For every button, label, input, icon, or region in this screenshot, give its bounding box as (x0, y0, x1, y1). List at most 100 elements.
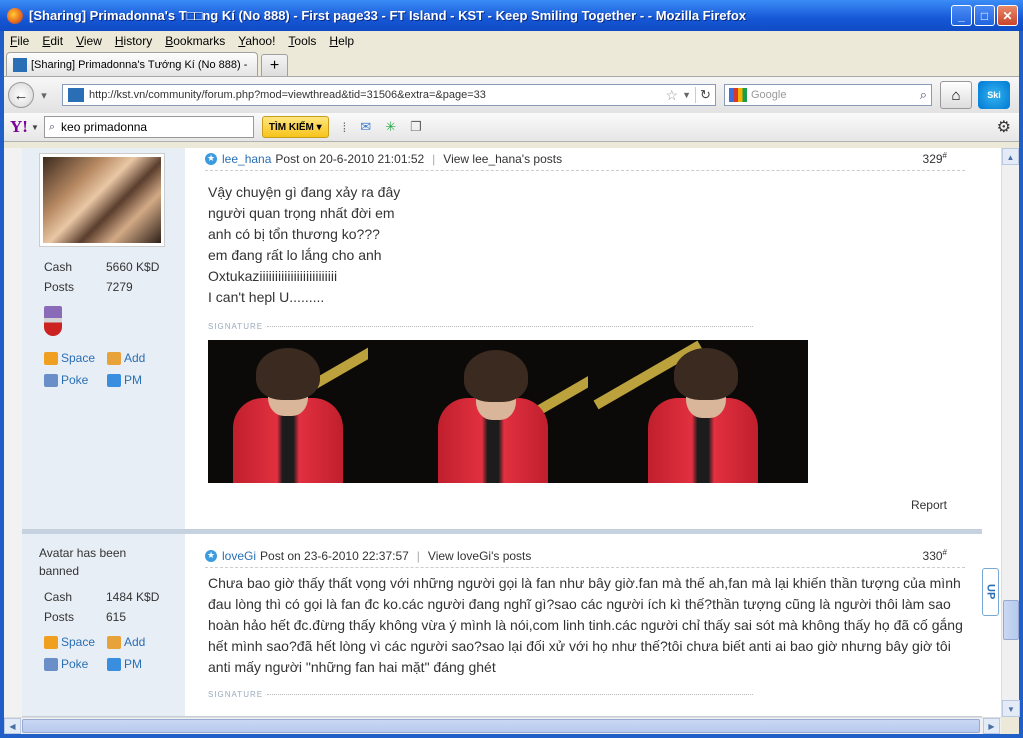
add-friend-link[interactable]: Add (107, 351, 145, 365)
menu-tools[interactable]: Tools (288, 34, 316, 48)
horizontal-scrollbar[interactable]: ◀ ▶ (4, 717, 1001, 734)
url-bar[interactable]: http://kst.vn/community/forum.php?mod=vi… (62, 84, 716, 106)
poke-link[interactable]: Poke (44, 657, 88, 671)
site-favicon-icon (68, 88, 84, 102)
cash-stat: Cash 5660 K$D (44, 260, 159, 274)
post-number[interactable]: 329# (923, 151, 947, 166)
pm-label[interactable]: PM (124, 657, 142, 671)
menu-edit[interactable]: Edit (42, 34, 63, 48)
post-line: I can't hepl U......... (208, 289, 325, 305)
signature-image[interactable] (208, 340, 808, 483)
pm-link[interactable]: PM (107, 657, 142, 671)
pm-label[interactable]: PM (124, 373, 142, 387)
menu-history[interactable]: History (115, 34, 152, 48)
horizontal-scrollbar-thumb[interactable] (22, 719, 980, 733)
post-timestamp: Post on 20-6-2010 21:01:52 (275, 151, 425, 166)
pm-link[interactable]: PM (107, 373, 142, 387)
window-titlebar: [Sharing] Primadonna's T□□ng Kí (No 888)… (0, 0, 1023, 31)
posts-stat: Posts 7279 (44, 280, 133, 294)
back-button[interactable]: ← (8, 82, 34, 108)
add-label[interactable]: Add (124, 635, 145, 649)
home-button[interactable]: ⌂ (940, 81, 972, 109)
yahoo-search-button[interactable]: TÌM KIẾM ▾ (261, 116, 329, 138)
google-engine-icon[interactable] (729, 88, 747, 102)
signature-photo (588, 340, 808, 483)
vertical-scrollbar[interactable]: ▲ ▼ (1001, 148, 1020, 717)
poke-label[interactable]: Poke (61, 657, 88, 671)
space-link[interactable]: Space (44, 635, 95, 649)
poke-link[interactable]: Poke (44, 373, 88, 387)
search-icon[interactable]: ⌕ (920, 87, 927, 103)
signature-photo (368, 340, 588, 483)
add-friend-icon (107, 635, 121, 649)
settings-gear-icon[interactable]: ⚙ (997, 117, 1011, 137)
minimize-button[interactable]: _ (951, 5, 972, 26)
games-icon[interactable]: ✳ (385, 119, 396, 135)
menu-bookmarks[interactable]: Bookmarks (165, 34, 225, 48)
mail-icon (107, 657, 121, 671)
view-posts-link[interactable]: View loveGi's posts (428, 549, 531, 563)
add-label[interactable]: Add (124, 351, 145, 365)
poke-icon (44, 373, 58, 387)
space-label[interactable]: Space (61, 635, 95, 649)
pages-icon[interactable]: ❐ (410, 119, 422, 135)
space-label[interactable]: Space (61, 351, 95, 365)
skype-button[interactable]: Ski (978, 81, 1010, 109)
menu-yahoo[interactable]: Yahoo! (238, 34, 275, 48)
search-bar[interactable]: Google ⌕ (724, 84, 932, 106)
post-line: anh có bị tổn thương ko??? (208, 226, 380, 242)
search-placeholder[interactable]: Google (751, 89, 920, 101)
maximize-button[interactable]: □ (974, 5, 995, 26)
view-posts-link[interactable]: View lee_hana's posts (443, 152, 562, 166)
post-line: em đang rất lo lắng cho anh (208, 247, 382, 263)
url-text[interactable]: http://kst.vn/community/forum.php?mod=vi… (89, 89, 666, 101)
tab-forum-thread[interactable]: [Sharing] Primadonna's Tướng Kí (No 888)… (6, 52, 258, 76)
signature-divider: SIGNATURE (208, 322, 753, 331)
posts-label: Posts (44, 610, 75, 624)
url-dropdown-icon[interactable]: ▼ (682, 90, 691, 100)
scroll-to-top-button[interactable]: UP (982, 568, 999, 616)
scroll-right-arrow-icon[interactable]: ▶ (983, 718, 1000, 734)
signature-label: SIGNATURE (208, 322, 264, 331)
post-header: ★ loveGi Post on 23-6-2010 22:37:57 | Vi… (205, 548, 965, 563)
post-number-value: 329 (922, 152, 943, 166)
left-gutter (4, 148, 22, 717)
yahoo-dropdown-icon[interactable]: ▼ (31, 123, 39, 132)
scroll-up-arrow-icon[interactable]: ▲ (1002, 148, 1019, 165)
menu-view[interactable]: View (76, 34, 102, 48)
cash-label: Cash (44, 260, 73, 274)
yahoo-search-input[interactable]: ⌕ keo primadonna (43, 116, 254, 138)
post-username[interactable]: loveGi (222, 549, 256, 563)
space-link[interactable]: Space (44, 351, 95, 365)
header-divider (205, 170, 965, 171)
post-number[interactable]: 330# (923, 548, 947, 563)
scroll-down-arrow-icon[interactable]: ▼ (1002, 700, 1020, 717)
bookmark-star-icon[interactable]: ☆ (666, 87, 679, 104)
scrollbar-thumb[interactable] (1003, 600, 1019, 640)
add-friend-link[interactable]: Add (107, 635, 145, 649)
avatar[interactable] (40, 154, 164, 246)
yahoo-logo[interactable]: Y! (10, 117, 28, 137)
yahoo-search-value[interactable]: keo primadonna (61, 120, 147, 134)
cash-label: Cash (44, 590, 73, 604)
new-tab-button[interactable]: + (261, 54, 288, 76)
posts-value: 7279 (106, 280, 133, 294)
divider-icon: ⁞ (342, 119, 347, 135)
report-link[interactable]: Report (911, 498, 947, 512)
window-title: [Sharing] Primadonna's T□□ng Kí (No 888)… (29, 8, 747, 23)
menu-help[interactable]: Help (329, 34, 354, 48)
browser-frame: File Edit View History Bookmarks Yahoo! … (4, 31, 1020, 734)
history-dropdown-icon[interactable]: ▾ (34, 89, 54, 102)
post-username[interactable]: lee_hana (222, 152, 271, 166)
reload-icon[interactable]: ↻ (695, 87, 715, 103)
mail-icon[interactable]: ✉ (360, 119, 371, 135)
close-button[interactable]: ✕ (997, 5, 1018, 26)
cash-value: 1484 K$D (106, 590, 160, 604)
menu-file[interactable]: File (10, 34, 29, 48)
post-number-value: 330 (922, 549, 943, 563)
poke-label[interactable]: Poke (61, 373, 88, 387)
scroll-left-arrow-icon[interactable]: ◀ (4, 718, 21, 734)
post-number-hash: # (942, 548, 947, 557)
back-arrow-icon: ← (13, 86, 29, 104)
poke-icon (44, 657, 58, 671)
